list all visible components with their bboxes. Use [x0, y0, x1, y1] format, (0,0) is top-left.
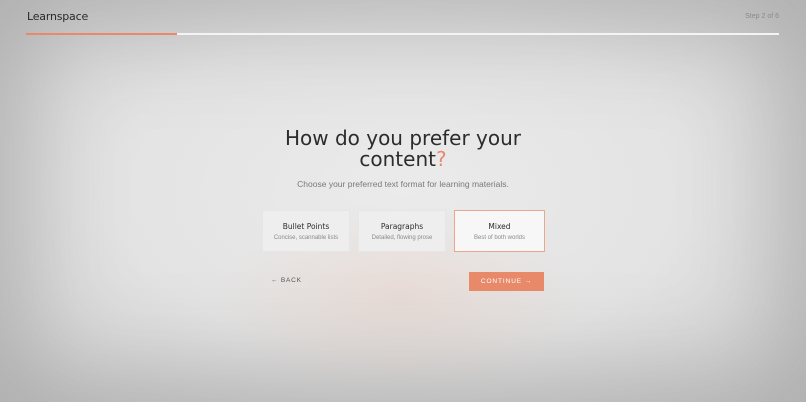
progress-bar [26, 33, 779, 35]
option-description: Detailed, flowing prose [371, 235, 433, 241]
app-logo[interactable]: Learnspace [27, 10, 88, 23]
page-title-word: content [359, 147, 436, 171]
page-title-line1: How do you prefer your [284, 126, 522, 150]
page-title-line2: content? [0, 149, 806, 170]
option-title: Bullet Points [282, 222, 330, 231]
step-indicator: Step 2 of 6 [745, 13, 779, 20]
page-vignette [0, 0, 806, 402]
option-description: Best of both worlds [473, 235, 526, 241]
format-options: Bullet Points Concise, scannable lists P… [262, 210, 545, 252]
continue-button[interactable]: CONTINUE → [469, 272, 544, 291]
page-title-question-mark: ? [435, 147, 447, 171]
page-title: How do you prefer your content? [0, 128, 806, 170]
option-card-mixed[interactable]: Mixed Best of both worlds [454, 210, 545, 252]
progress-fill [26, 33, 177, 35]
back-button[interactable]: ← BACK [271, 277, 302, 284]
option-card-paragraphs[interactable]: Paragraphs Detailed, flowing prose [358, 210, 446, 252]
option-description: Concise, scannable lists [273, 235, 339, 241]
option-title: Mixed [488, 222, 511, 231]
option-card-bullet-points[interactable]: Bullet Points Concise, scannable lists [262, 210, 350, 252]
page-subtitle: Choose your preferred text format for le… [297, 179, 509, 189]
option-title: Paragraphs [380, 222, 424, 231]
